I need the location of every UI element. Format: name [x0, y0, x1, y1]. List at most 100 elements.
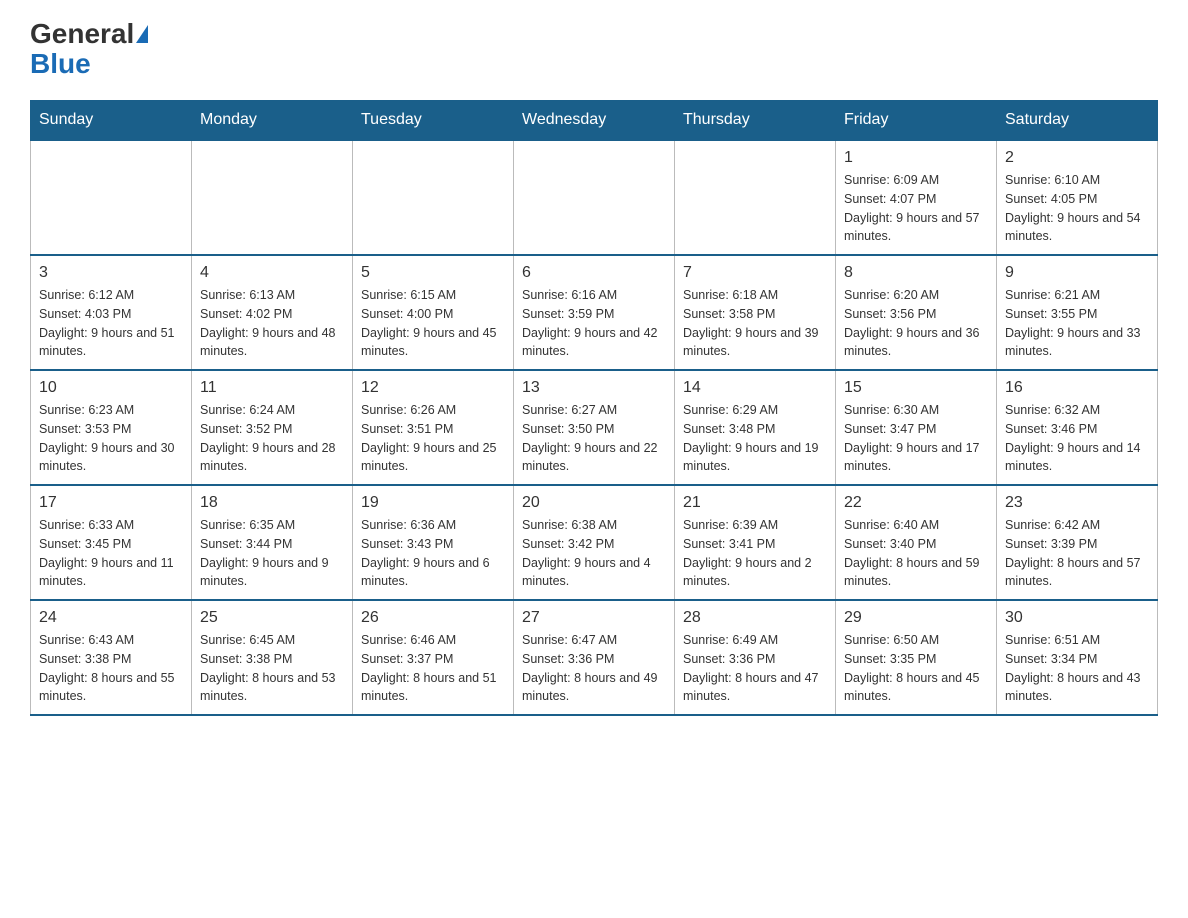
logo-triangle-icon [136, 25, 148, 43]
day-info: Sunrise: 6:27 AMSunset: 3:50 PMDaylight:… [522, 401, 666, 476]
weekday-header-sunday: Sunday [31, 101, 192, 141]
calendar-cell: 11 Sunrise: 6:24 AMSunset: 3:52 PMDayligh… [192, 370, 353, 485]
day-number: 5 [361, 264, 505, 282]
calendar-cell: 9 Sunrise: 6:21 AMSunset: 3:55 PMDaylight… [997, 255, 1158, 370]
day-number: 10 [39, 379, 183, 397]
calendar-cell: 6 Sunrise: 6:16 AMSunset: 3:59 PMDaylight… [514, 255, 675, 370]
calendar-cell: 19Sunrise: 6:36 AMSunset: 3:43 PMDayligh… [353, 485, 514, 600]
day-info: Sunrise: 6:42 AMSunset: 3:39 PMDaylight:… [1005, 516, 1149, 591]
logo-blue-text: Blue [30, 48, 91, 79]
calendar-cell: 18 Sunrise: 6:35 AMSunset: 3:44 PMDayligh… [192, 485, 353, 600]
weekday-header-monday: Monday [192, 101, 353, 141]
day-number: 29 [844, 609, 988, 627]
day-number: 24 [39, 609, 183, 627]
day-number: 1 [844, 149, 988, 167]
page-header: General Blue [30, 20, 1158, 80]
calendar-week-1: 1 Sunrise: 6:09 AMSunset: 4:07 PMDaylight… [31, 140, 1158, 255]
day-number: 7 [683, 264, 827, 282]
day-info: Sunrise: 6:49 AMSunset: 3:36 PMDaylight:… [683, 631, 827, 706]
day-number: 12 [361, 379, 505, 397]
logo: General Blue [30, 20, 148, 80]
day-number: 23 [1005, 494, 1149, 512]
calendar-cell: 21Sunrise: 6:39 AMSunset: 3:41 PMDayligh… [675, 485, 836, 600]
weekday-header-row: SundayMondayTuesdayWednesdayThursdayFrid… [31, 101, 1158, 141]
day-number: 26 [361, 609, 505, 627]
day-number: 11 [200, 379, 344, 397]
calendar-cell: 27 Sunrise: 6:47 AMSunset: 3:36 PMDayligh… [514, 600, 675, 715]
day-info: Sunrise: 6:51 AMSunset: 3:34 PMDaylight:… [1005, 631, 1149, 706]
calendar-cell: 15 Sunrise: 6:30 AMSunset: 3:47 PMDayligh… [836, 370, 997, 485]
calendar-cell: 5 Sunrise: 6:15 AMSunset: 4:00 PMDaylight… [353, 255, 514, 370]
calendar-cell: 25Sunrise: 6:45 AMSunset: 3:38 PMDayligh… [192, 600, 353, 715]
day-info: Sunrise: 6:23 AMSunset: 3:53 PMDaylight:… [39, 401, 183, 476]
calendar-cell: 3 Sunrise: 6:12 AMSunset: 4:03 PMDaylight… [31, 255, 192, 370]
calendar-cell: 28 Sunrise: 6:49 AMSunset: 3:36 PMDayligh… [675, 600, 836, 715]
calendar-cell: 1 Sunrise: 6:09 AMSunset: 4:07 PMDaylight… [836, 140, 997, 255]
day-number: 4 [200, 264, 344, 282]
day-number: 16 [1005, 379, 1149, 397]
weekday-header-tuesday: Tuesday [353, 101, 514, 141]
day-number: 19 [361, 494, 505, 512]
weekday-header-thursday: Thursday [675, 101, 836, 141]
day-number: 8 [844, 264, 988, 282]
day-info: Sunrise: 6:09 AMSunset: 4:07 PMDaylight:… [844, 171, 988, 246]
day-number: 28 [683, 609, 827, 627]
day-info: Sunrise: 6:16 AMSunset: 3:59 PMDaylight:… [522, 286, 666, 361]
day-info: Sunrise: 6:40 AMSunset: 3:40 PMDaylight:… [844, 516, 988, 591]
day-info: Sunrise: 6:20 AMSunset: 3:56 PMDaylight:… [844, 286, 988, 361]
calendar-cell: 29 Sunrise: 6:50 AMSunset: 3:35 PMDayligh… [836, 600, 997, 715]
calendar-cell: 8 Sunrise: 6:20 AMSunset: 3:56 PMDaylight… [836, 255, 997, 370]
weekday-header-wednesday: Wednesday [514, 101, 675, 141]
calendar-cell: 16Sunrise: 6:32 AMSunset: 3:46 PMDayligh… [997, 370, 1158, 485]
calendar-cell: 26Sunrise: 6:46 AMSunset: 3:37 PMDayligh… [353, 600, 514, 715]
calendar-week-3: 10 Sunrise: 6:23 AMSunset: 3:53 PMDayligh… [31, 370, 1158, 485]
weekday-header-friday: Friday [836, 101, 997, 141]
day-info: Sunrise: 6:18 AMSunset: 3:58 PMDaylight:… [683, 286, 827, 361]
day-number: 3 [39, 264, 183, 282]
day-number: 9 [1005, 264, 1149, 282]
logo-main-text: General [30, 20, 134, 48]
calendar-week-2: 3 Sunrise: 6:12 AMSunset: 4:03 PMDaylight… [31, 255, 1158, 370]
day-info: Sunrise: 6:35 AMSunset: 3:44 PMDaylight:… [200, 516, 344, 591]
day-number: 27 [522, 609, 666, 627]
day-info: Sunrise: 6:45 AMSunset: 3:38 PMDaylight:… [200, 631, 344, 706]
calendar-cell: 23 Sunrise: 6:42 AMSunset: 3:39 PMDayligh… [997, 485, 1158, 600]
day-number: 2 [1005, 149, 1149, 167]
calendar-cell: 13 Sunrise: 6:27 AMSunset: 3:50 PMDayligh… [514, 370, 675, 485]
calendar-cell: 7 Sunrise: 6:18 AMSunset: 3:58 PMDaylight… [675, 255, 836, 370]
calendar-cell: 17 Sunrise: 6:33 AMSunset: 3:45 PMDayligh… [31, 485, 192, 600]
calendar-cell [31, 140, 192, 255]
calendar-cell: 2Sunrise: 6:10 AMSunset: 4:05 PMDaylight… [997, 140, 1158, 255]
day-info: Sunrise: 6:50 AMSunset: 3:35 PMDaylight:… [844, 631, 988, 706]
day-info: Sunrise: 6:15 AMSunset: 4:00 PMDaylight:… [361, 286, 505, 361]
calendar-cell: 30Sunrise: 6:51 AMSunset: 3:34 PMDayligh… [997, 600, 1158, 715]
day-info: Sunrise: 6:33 AMSunset: 3:45 PMDaylight:… [39, 516, 183, 591]
day-number: 17 [39, 494, 183, 512]
day-number: 14 [683, 379, 827, 397]
calendar-week-4: 17 Sunrise: 6:33 AMSunset: 3:45 PMDayligh… [31, 485, 1158, 600]
calendar-table: SundayMondayTuesdayWednesdayThursdayFrid… [30, 100, 1158, 716]
day-number: 18 [200, 494, 344, 512]
day-number: 13 [522, 379, 666, 397]
day-info: Sunrise: 6:24 AMSunset: 3:52 PMDaylight:… [200, 401, 344, 476]
day-info: Sunrise: 6:30 AMSunset: 3:47 PMDaylight:… [844, 401, 988, 476]
calendar-cell: 24 Sunrise: 6:43 AMSunset: 3:38 PMDayligh… [31, 600, 192, 715]
day-info: Sunrise: 6:43 AMSunset: 3:38 PMDaylight:… [39, 631, 183, 706]
day-info: Sunrise: 6:47 AMSunset: 3:36 PMDaylight:… [522, 631, 666, 706]
day-number: 6 [522, 264, 666, 282]
calendar-cell: 12 Sunrise: 6:26 AMSunset: 3:51 PMDayligh… [353, 370, 514, 485]
calendar-cell: 10 Sunrise: 6:23 AMSunset: 3:53 PMDayligh… [31, 370, 192, 485]
weekday-header-saturday: Saturday [997, 101, 1158, 141]
day-number: 20 [522, 494, 666, 512]
day-info: Sunrise: 6:12 AMSunset: 4:03 PMDaylight:… [39, 286, 183, 361]
calendar-week-5: 24 Sunrise: 6:43 AMSunset: 3:38 PMDayligh… [31, 600, 1158, 715]
day-info: Sunrise: 6:21 AMSunset: 3:55 PMDaylight:… [1005, 286, 1149, 361]
day-info: Sunrise: 6:26 AMSunset: 3:51 PMDaylight:… [361, 401, 505, 476]
calendar-cell: 22 Sunrise: 6:40 AMSunset: 3:40 PMDayligh… [836, 485, 997, 600]
calendar-cell: 14Sunrise: 6:29 AMSunset: 3:48 PMDayligh… [675, 370, 836, 485]
calendar-cell [675, 140, 836, 255]
day-info: Sunrise: 6:13 AMSunset: 4:02 PMDaylight:… [200, 286, 344, 361]
day-number: 15 [844, 379, 988, 397]
calendar-cell [353, 140, 514, 255]
day-number: 22 [844, 494, 988, 512]
